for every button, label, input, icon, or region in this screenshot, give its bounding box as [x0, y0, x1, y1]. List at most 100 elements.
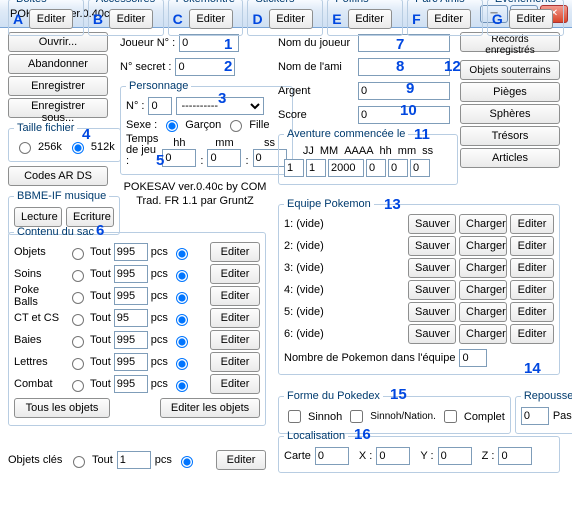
save-button[interactable]: Enregistrer	[8, 76, 108, 96]
team-load-button[interactable]: Charger	[459, 280, 507, 300]
team-load-button[interactable]: Charger	[459, 258, 507, 278]
bag-all-radio[interactable]	[72, 270, 84, 282]
char-combo[interactable]: ----------	[176, 97, 264, 115]
bag-edit-button[interactable]: Editer	[210, 374, 260, 394]
loc-z-input[interactable]	[498, 447, 532, 465]
traps-button[interactable]: Pièges	[460, 82, 560, 102]
bag-sel-radio[interactable]	[176, 270, 188, 282]
loc-map-label: Carte	[284, 450, 311, 462]
key-edit-button[interactable]: Editer	[216, 450, 266, 470]
loc-map-input[interactable]	[315, 447, 349, 465]
bag-edit-button[interactable]: Editer	[210, 286, 260, 306]
team-save-button[interactable]: Sauver	[408, 302, 456, 322]
player-num-input[interactable]	[179, 34, 239, 52]
team-save-button[interactable]: Sauver	[408, 214, 456, 234]
bag-sel-radio[interactable]	[176, 358, 188, 370]
key-sel-radio[interactable]	[181, 456, 193, 468]
playtime-mm-input[interactable]	[207, 149, 241, 167]
bag-edit-button[interactable]: Editer	[210, 308, 260, 328]
team-save-button[interactable]: Sauver	[408, 280, 456, 300]
card-edit-button[interactable]: Editer	[29, 9, 73, 29]
team-load-button[interactable]: Charger	[459, 324, 507, 344]
pokedex-sinnoh-check[interactable]	[288, 410, 301, 423]
bag-qty-input[interactable]	[114, 353, 148, 371]
bag-qty-input[interactable]	[114, 375, 148, 393]
friendname-input[interactable]	[358, 58, 450, 76]
articles-button[interactable]: Articles	[460, 148, 560, 168]
team-edit-button[interactable]: Editer	[510, 258, 554, 278]
repel-input[interactable]	[521, 407, 549, 425]
adv-mm-input[interactable]	[306, 159, 326, 177]
bag-edit-button[interactable]: Editer	[210, 352, 260, 372]
sex-girl-radio[interactable]	[230, 120, 242, 132]
bag-qty-input[interactable]	[114, 309, 148, 327]
card-edit-button[interactable]: Editer	[269, 9, 313, 29]
secret-num-input[interactable]	[175, 58, 235, 76]
loc-x-input[interactable]	[376, 447, 410, 465]
team-save-button[interactable]: Sauver	[408, 258, 456, 278]
pokedex-national-check[interactable]	[350, 410, 363, 423]
team-load-button[interactable]: Charger	[459, 236, 507, 256]
adv-aaaa-input[interactable]	[328, 159, 364, 177]
team-edit-button[interactable]: Editer	[510, 280, 554, 300]
bag-sel-radio[interactable]	[176, 248, 188, 260]
bag-sel-radio[interactable]	[176, 336, 188, 348]
adv-ss-input[interactable]	[410, 159, 430, 177]
bag-qty-input[interactable]	[114, 331, 148, 349]
bag-sel-radio[interactable]	[176, 292, 188, 304]
bag-all-radio[interactable]	[72, 248, 84, 260]
bag-all-radio[interactable]	[72, 380, 84, 392]
bag-sel-radio[interactable]	[176, 314, 188, 326]
loc-y-input[interactable]	[438, 447, 472, 465]
team-edit-button[interactable]: Editer	[510, 324, 554, 344]
sex-boy-radio[interactable]	[166, 120, 178, 132]
team-save-button[interactable]: Sauver	[408, 324, 456, 344]
filesize-256k-radio[interactable]	[19, 142, 31, 154]
bag-qty-input[interactable]	[114, 243, 148, 261]
bag-qty-input[interactable]	[114, 287, 148, 305]
bag-sel-radio[interactable]	[176, 380, 188, 392]
team-load-button[interactable]: Charger	[459, 214, 507, 234]
bag-all-radio[interactable]	[72, 292, 84, 304]
card-edit-button[interactable]: Editer	[189, 9, 233, 29]
edit-items-button[interactable]: Editer les objets	[160, 398, 260, 418]
playtime-hh-input[interactable]	[162, 149, 196, 167]
bag-all-radio[interactable]	[72, 336, 84, 348]
score-input[interactable]	[358, 106, 450, 124]
card-edit-button[interactable]: Editer	[348, 9, 392, 29]
key-qty-input[interactable]	[117, 451, 151, 469]
char-num-input[interactable]	[148, 97, 172, 115]
filesize-512k-radio[interactable]	[72, 142, 84, 154]
all-items-button[interactable]: Tous les objets	[14, 398, 110, 418]
bag-all-radio[interactable]	[72, 314, 84, 326]
bbme-read-button[interactable]: Lecture	[14, 207, 62, 227]
save-as-button[interactable]: Enregistrer sous...	[8, 98, 108, 118]
team-edit-button[interactable]: Editer	[510, 302, 554, 322]
bag-edit-button[interactable]: Editer	[210, 330, 260, 350]
treasures-button[interactable]: Trésors	[460, 126, 560, 146]
money-input[interactable]	[358, 82, 450, 100]
bag-qty-input[interactable]	[114, 265, 148, 283]
team-edit-button[interactable]: Editer	[510, 214, 554, 234]
bag-all-radio[interactable]	[72, 358, 84, 370]
card-edit-button[interactable]: Editer	[109, 9, 153, 29]
card-edit-button[interactable]: Editer	[427, 9, 471, 29]
abandon-button[interactable]: Abandonner	[8, 54, 108, 74]
team-load-button[interactable]: Charger	[459, 302, 507, 322]
adv-jj-input[interactable]	[284, 159, 304, 177]
ar-codes-button[interactable]: Codes AR DS	[8, 166, 108, 186]
playername-input[interactable]	[358, 34, 450, 52]
bag-edit-button[interactable]: Editer	[210, 264, 260, 284]
key-all-radio[interactable]	[73, 456, 85, 468]
adv-min-input[interactable]	[388, 159, 408, 177]
card-edit-button[interactable]: Editer	[509, 9, 553, 29]
spheres-button[interactable]: Sphères	[460, 104, 560, 124]
team-save-button[interactable]: Sauver	[408, 236, 456, 256]
pokedex-complete-check[interactable]	[444, 410, 457, 423]
team-count-input[interactable]	[459, 349, 487, 367]
underground-button[interactable]: Objets souterrains	[460, 60, 560, 80]
bag-edit-button[interactable]: Editer	[210, 242, 260, 262]
bbme-write-button[interactable]: Ecriture	[66, 207, 114, 227]
team-edit-button[interactable]: Editer	[510, 236, 554, 256]
adv-hh-input[interactable]	[366, 159, 386, 177]
